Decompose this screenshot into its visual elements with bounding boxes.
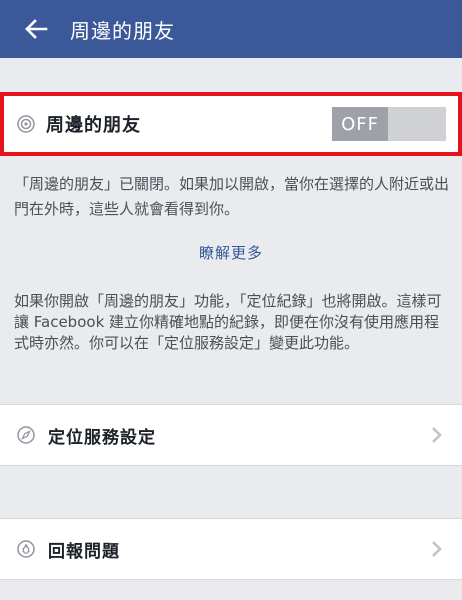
status-description: 「周邊的朋友」已關閉。如果加以開啟，當你在選擇的人附近或出門在外時，這些人就會看… [14, 175, 450, 218]
location-history-description: 如果你開啟「周邊的朋友」功能，「定位紀錄」也將開啟。這樣可讓 Facebook … [14, 292, 442, 352]
radar-icon [16, 114, 36, 134]
learn-more-link[interactable]: 瞭解更多 [0, 242, 462, 263]
chevron-right-icon [432, 541, 442, 557]
arrow-left-icon [25, 19, 48, 39]
report-problem-label: 回報問題 [48, 541, 120, 562]
chevron-right-icon [432, 427, 442, 443]
compass-icon [16, 425, 36, 445]
location-settings-label: 定位服務設定 [48, 427, 156, 448]
bug-icon [16, 539, 36, 559]
location-settings-item[interactable]: 定位服務設定 [0, 404, 462, 466]
nearby-friends-label: 周邊的朋友 [46, 115, 141, 136]
page-title: 周邊的朋友 [70, 18, 175, 43]
nearby-friends-switch[interactable]: OFF [332, 107, 446, 141]
switch-state-label: OFF [332, 107, 388, 141]
report-problem-item[interactable]: 回報問題 [0, 518, 462, 580]
app-bar: 周邊的朋友 [0, 0, 462, 58]
back-button[interactable] [16, 9, 56, 49]
nearby-friends-toggle-row[interactable]: 周邊的朋友 OFF [0, 92, 462, 156]
